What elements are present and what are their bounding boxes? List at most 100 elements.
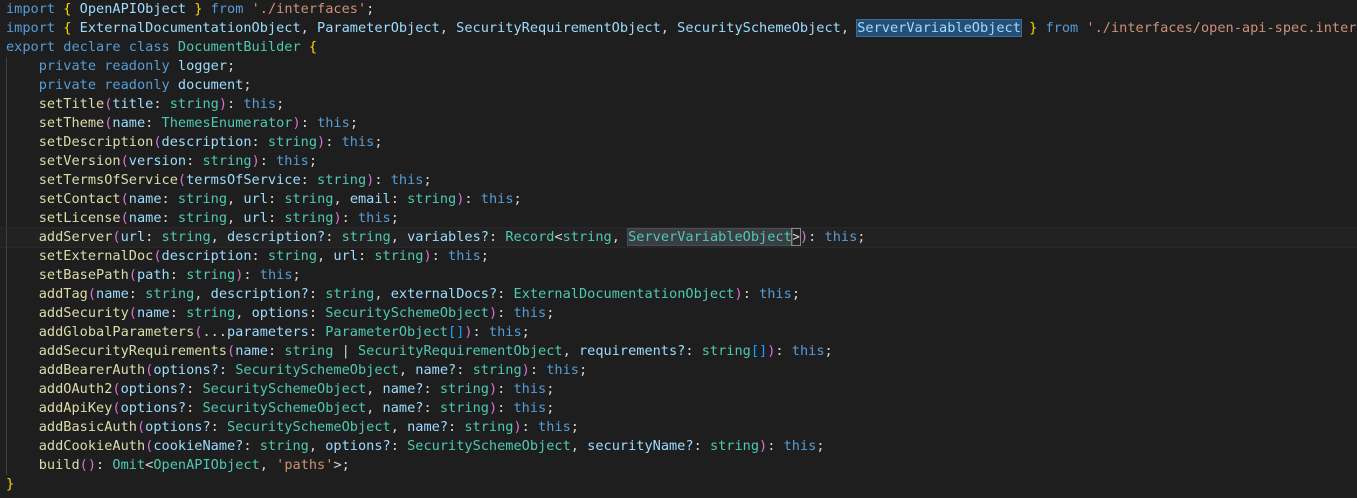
code-token: : (96, 457, 113, 473)
code-line[interactable]: import { OpenAPIObject } from './interfa… (0, 0, 1357, 19)
code-token: ... (202, 324, 227, 340)
code-line[interactable]: setExternalDoc(description: string, url:… (0, 247, 1357, 266)
code-line[interactable]: addCookieAuth(cookieName?: string, optio… (0, 437, 1357, 456)
code-line[interactable]: addSecurityRequirements(name: string | S… (0, 342, 1357, 361)
code-token: , (840, 20, 858, 36)
code-token: : (128, 286, 146, 302)
code-token: options? (325, 438, 391, 454)
code-token: variables? (407, 229, 489, 245)
indent-guide (6, 418, 7, 437)
code-token: ; (349, 115, 358, 131)
code-token: ; (276, 96, 285, 112)
code-token: , (333, 191, 350, 207)
code-line[interactable]: addBasicAuth(options?: SecuritySchemeObj… (0, 418, 1357, 437)
code-token: description (161, 248, 252, 264)
code-token: : (390, 438, 408, 454)
code-token: string (186, 305, 236, 321)
code-token: : (325, 229, 342, 245)
code-line[interactable]: addBearerAuth(options?: SecuritySchemeOb… (0, 361, 1357, 380)
code-token: ( (227, 343, 236, 359)
code-line[interactable]: private readonly document; (0, 76, 1357, 95)
code-line[interactable]: setTheme(name: ThemesEnumerator): this; (0, 114, 1357, 133)
code-token: string (325, 286, 375, 302)
code-line[interactable]: build(): Omit<OpenAPIObject, 'paths'>; (0, 456, 1357, 475)
code-line[interactable]: } (0, 475, 1357, 494)
code-token: ) (423, 248, 432, 264)
code-token: >; (333, 457, 350, 473)
code-token: string (202, 153, 252, 169)
indent-guide (6, 323, 7, 342)
code-token: : (169, 267, 187, 283)
code-line[interactable]: addServer(url: string, description?: str… (0, 227, 1357, 248)
code-line[interactable]: addSecurity(name: string, options: Secur… (0, 304, 1357, 323)
code-token: string (284, 343, 334, 359)
code-editor[interactable]: import { OpenAPIObject } from './interfa… (0, 0, 1357, 498)
indent-guide (6, 57, 7, 76)
code-token: : (210, 419, 228, 435)
code-token: : (161, 210, 178, 226)
code-token: version (128, 153, 187, 169)
indent-guide (6, 152, 7, 171)
code-token: < (554, 229, 563, 245)
code-token: : (521, 419, 539, 435)
code-line[interactable]: setDescription(description: string): thi… (0, 133, 1357, 152)
code-line[interactable]: addGlobalParameters(...parameters: Param… (0, 323, 1357, 342)
code-line[interactable]: setVersion(version: string): this; (0, 152, 1357, 171)
code-token: this (341, 134, 375, 150)
code-token: setTermsOfService (38, 172, 178, 188)
code-line[interactable]: setTitle(title: string): this; (0, 95, 1357, 114)
code-token: this (480, 191, 514, 207)
code-token: ( (177, 172, 187, 188)
code-token: ParameterObject (317, 20, 440, 36)
code-line[interactable]: addOAuth2(options?: SecuritySchemeObject… (0, 380, 1357, 399)
code-token: SecuritySchemeObject (677, 20, 841, 36)
code-token: : (341, 210, 358, 226)
code-line[interactable]: addApiKey(options?: SecuritySchemeObject… (0, 399, 1357, 418)
code-token: name (136, 305, 170, 321)
code-token: setContact (38, 191, 121, 207)
code-token: , (660, 20, 678, 36)
code-token: string (169, 96, 219, 112)
code-token: ( (87, 286, 97, 302)
code-token: string (267, 248, 318, 264)
code-line[interactable]: setLicense(name: string, url: string): t… (0, 209, 1357, 228)
code-token: ; (292, 267, 301, 283)
code-token: string (709, 438, 760, 454)
code-token: : (390, 191, 408, 207)
code-token: : (227, 96, 244, 112)
code-line[interactable]: export declare class DocumentBuilder { (0, 38, 1357, 57)
code-token: ( (153, 134, 162, 150)
code-token: SecurityRequirementObject (357, 343, 563, 359)
code-token: ) (521, 362, 530, 378)
code-line[interactable]: addTag(name: string, description?: strin… (0, 285, 1357, 304)
code-token: ; (816, 438, 825, 454)
code-token: [] (447, 324, 465, 340)
code-token: ( (128, 267, 137, 283)
code-line[interactable]: import { ExternalDocumentationObject, Pa… (0, 19, 1357, 38)
code-token: , (374, 286, 391, 302)
code-token: url (120, 229, 146, 245)
indent-guide (6, 304, 7, 323)
code-token: , (227, 191, 244, 207)
code-token: setDescription (38, 134, 154, 150)
code-token: this (783, 438, 817, 454)
code-line[interactable]: private readonly logger; (0, 57, 1357, 76)
code-line[interactable]: setTermsOfService(termsOfService: string… (0, 171, 1357, 190)
code-line[interactable]: setBasePath(path: string): this; (0, 266, 1357, 285)
code-token: securityName? (587, 438, 694, 454)
code-token: options? (153, 362, 219, 378)
code-token: ( (153, 248, 162, 264)
code-token: ) (251, 153, 260, 169)
code-token: : (308, 324, 326, 340)
code-token: import (6, 1, 56, 17)
code-token: string (259, 438, 309, 454)
code-line[interactable]: setContact(name: string, url: string, em… (0, 190, 1357, 209)
code-token: 'paths' (276, 457, 334, 473)
code-token: readonly (104, 58, 170, 74)
code-token: : (374, 172, 391, 188)
code-token: addServer (38, 229, 113, 245)
code-token: : (775, 343, 792, 359)
